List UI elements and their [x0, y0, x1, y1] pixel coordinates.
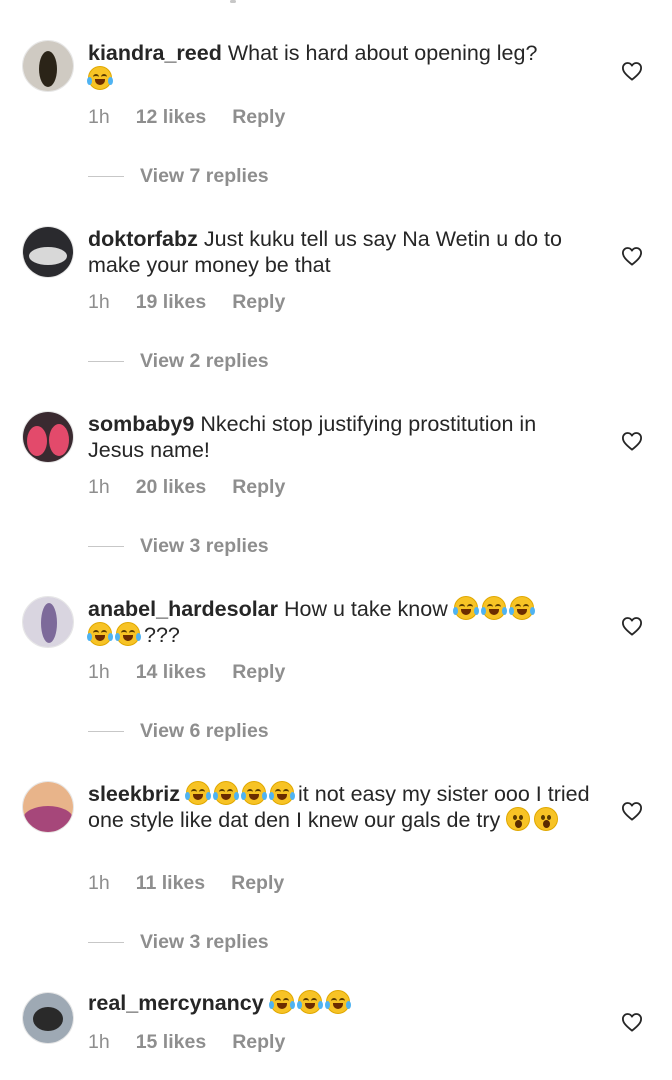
avatar[interactable]	[22, 40, 74, 92]
comment-body-suffix: ???	[144, 623, 180, 647]
comment-time: 1h	[88, 476, 110, 498]
face-with-tears-of-joy-icon	[480, 596, 507, 620]
comment-meta: 1h 15 likes Reply	[88, 1031, 285, 1054]
view-replies-button[interactable]: View 3 replies	[88, 931, 269, 954]
comment-text-block: sleekbriz it not easy my sister ooo I tr…	[88, 781, 593, 833]
comment-time: 1h	[88, 1031, 110, 1053]
comment-meta: 1h 12 likes Reply	[88, 106, 285, 129]
heart-outline-icon[interactable]	[621, 1012, 643, 1032]
reply-button[interactable]: Reply	[232, 1031, 285, 1053]
face-with-tears-of-joy-icon	[87, 622, 113, 646]
face-with-tears-of-joy-icon	[268, 990, 295, 1014]
avatar[interactable]	[22, 781, 74, 833]
replies-divider	[88, 361, 124, 362]
view-replies-button[interactable]: View 2 replies	[88, 350, 269, 373]
reply-button[interactable]: Reply	[232, 106, 285, 128]
view-replies-label[interactable]: View 3 replies	[140, 535, 269, 558]
heart-outline-icon[interactable]	[621, 431, 643, 451]
face-with-open-mouth-icon	[506, 807, 531, 831]
reply-button[interactable]: Reply	[232, 291, 285, 313]
view-replies-button[interactable]: View 3 replies	[88, 535, 269, 558]
comment-username[interactable]: sleekbriz	[88, 782, 180, 806]
comment-time: 1h	[88, 106, 110, 128]
face-with-tears-of-joy-icon	[185, 781, 212, 805]
face-with-tears-of-joy-icon	[508, 596, 535, 620]
view-replies-button[interactable]: View 6 replies	[88, 720, 269, 743]
comment-time: 1h	[88, 872, 110, 894]
view-replies-label[interactable]: View 7 replies	[140, 165, 269, 188]
face-with-open-mouth-icon	[534, 807, 559, 831]
heart-outline-icon[interactable]	[621, 801, 643, 821]
face-with-tears-of-joy-icon	[115, 622, 141, 646]
face-with-tears-of-joy-icon	[324, 990, 351, 1014]
comment-likes[interactable]: 12 likes	[136, 106, 206, 128]
view-replies-label[interactable]: View 2 replies	[140, 350, 269, 373]
heart-outline-icon[interactable]	[621, 616, 643, 636]
reply-button[interactable]: Reply	[232, 661, 285, 683]
face-with-tears-of-joy-icon	[452, 596, 479, 620]
comment-likes[interactable]: 20 likes	[136, 476, 206, 498]
replies-divider	[88, 942, 124, 943]
comment-likes[interactable]: 14 likes	[136, 661, 206, 683]
reply-button[interactable]: Reply	[232, 476, 285, 498]
heart-outline-icon[interactable]	[621, 61, 643, 81]
comment-likes[interactable]: 15 likes	[136, 1031, 206, 1053]
comment-meta: 1h 14 likes Reply	[88, 661, 285, 684]
face-with-tears-of-joy-icon	[241, 781, 268, 805]
view-replies-button[interactable]: View 7 replies	[88, 165, 269, 188]
comment-time: 1h	[88, 661, 110, 683]
avatar[interactable]	[22, 596, 74, 648]
comment-username[interactable]: sombaby9	[88, 412, 194, 436]
scroll-indicator	[230, 0, 236, 3]
avatar[interactable]	[22, 226, 74, 278]
comment-likes[interactable]: 19 likes	[136, 291, 206, 313]
face-with-tears-of-joy-icon	[269, 781, 296, 805]
reply-button[interactable]: Reply	[231, 872, 284, 894]
comment-username[interactable]: kiandra_reed	[88, 41, 222, 65]
face-with-tears-of-joy-icon	[213, 781, 240, 805]
avatar[interactable]	[22, 992, 74, 1044]
comment-body: How u take know	[284, 597, 448, 621]
comment-meta: 1h 20 likes Reply	[88, 476, 285, 499]
comment-username[interactable]: anabel_hardesolar	[88, 597, 278, 621]
face-with-tears-of-joy-icon	[296, 990, 323, 1014]
view-replies-label[interactable]: View 6 replies	[140, 720, 269, 743]
replies-divider	[88, 731, 124, 732]
comment-text-block: doktorfabz Just kuku tell us say Na Weti…	[88, 226, 593, 278]
replies-divider	[88, 176, 124, 177]
comment-username[interactable]: real_mercynancy	[88, 991, 264, 1015]
comment-text-block: kiandra_reed What is hard about opening …	[87, 40, 593, 92]
comment-list: kiandra_reed What is hard about opening …	[0, 0, 672, 1080]
heart-outline-icon[interactable]	[621, 246, 643, 266]
comment-text-block: real_mercynancy	[88, 990, 593, 1016]
comment-text-block: anabel_hardesolar How u take know ???	[87, 596, 593, 648]
comment-body: What is hard about opening leg?	[227, 41, 538, 65]
comment-meta: 1h 11 likes Reply	[88, 872, 284, 895]
comment-meta: 1h 19 likes Reply	[88, 291, 285, 314]
avatar[interactable]	[22, 411, 74, 463]
comment-username[interactable]: doktorfabz	[88, 227, 198, 251]
replies-divider	[88, 546, 124, 547]
comment-text-block: sombaby9 Nkechi stop justifying prostitu…	[88, 411, 593, 463]
face-with-tears-of-joy-icon	[87, 66, 113, 90]
comment-likes[interactable]: 11 likes	[136, 872, 205, 894]
view-replies-label[interactable]: View 3 replies	[140, 931, 269, 954]
comment-time: 1h	[88, 291, 110, 313]
